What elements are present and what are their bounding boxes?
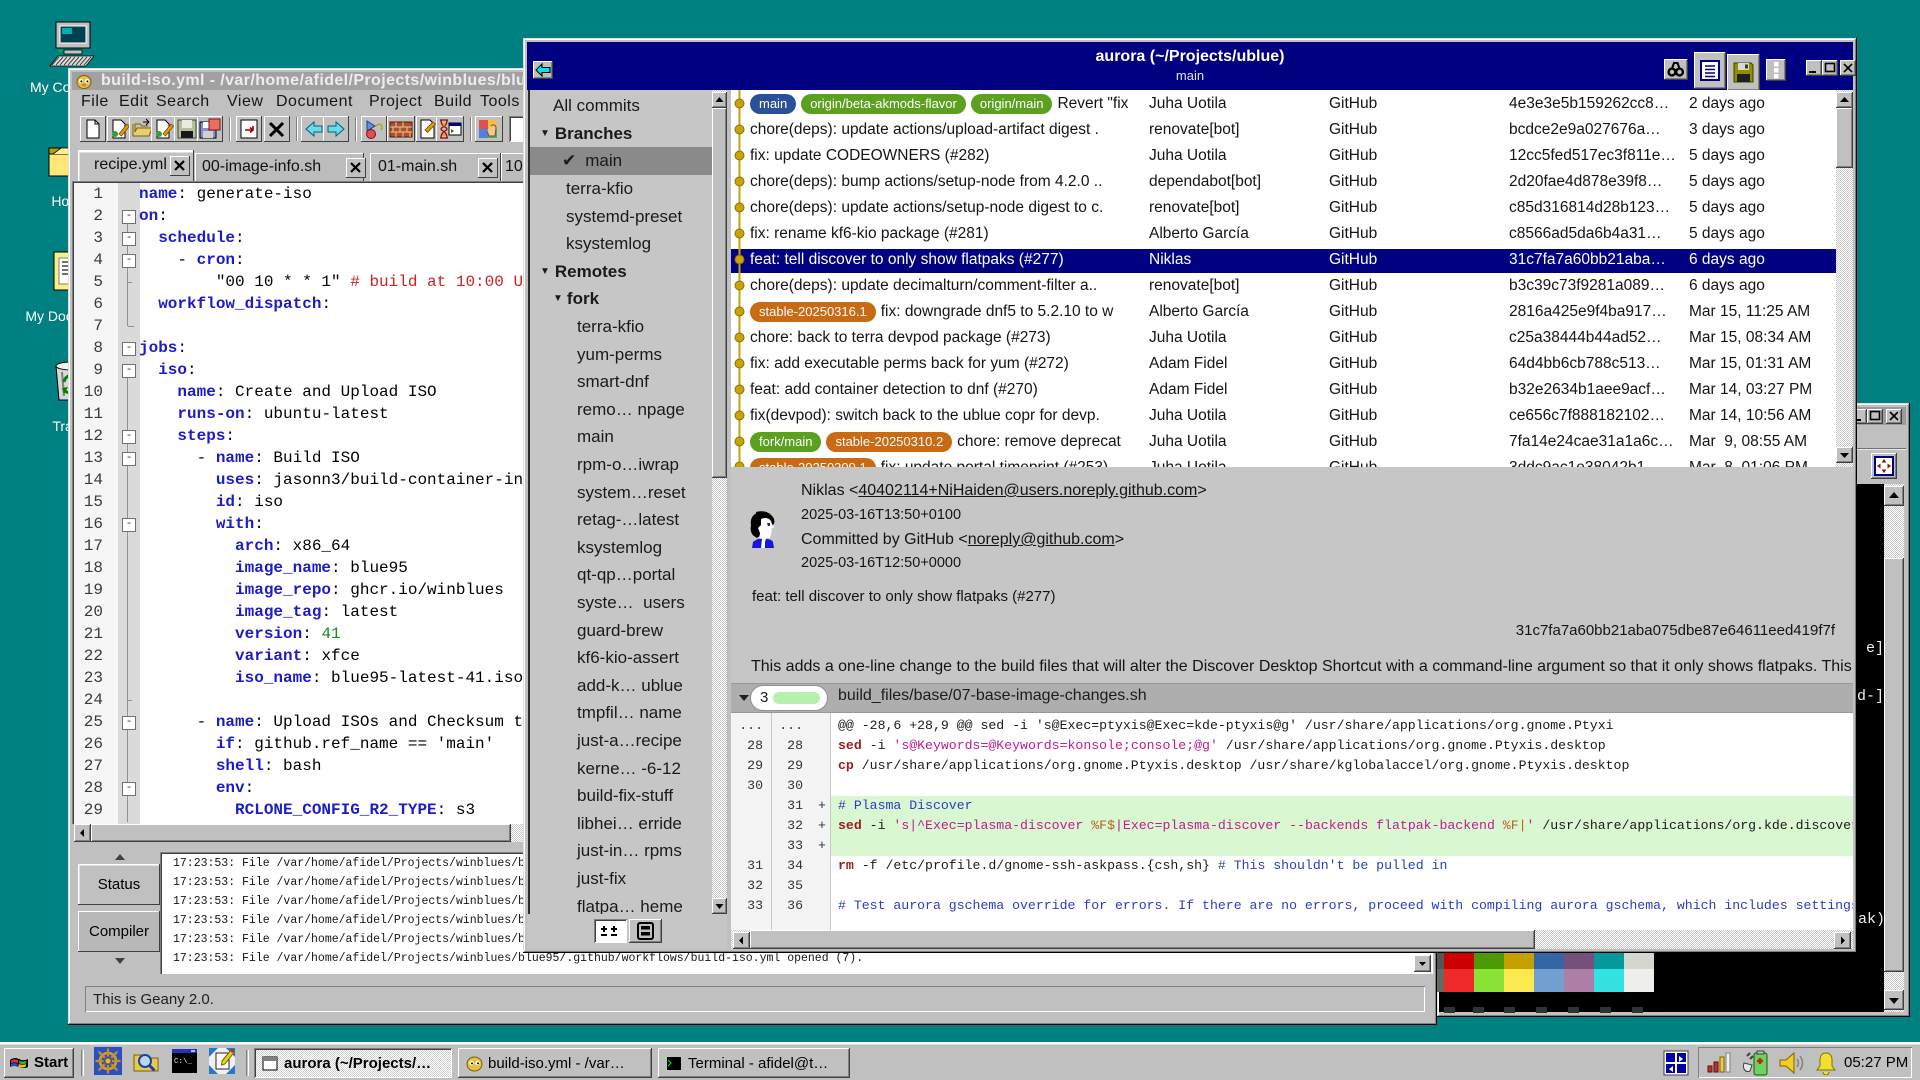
svg-text:C:\_: C:\_ <box>174 1058 193 1066</box>
